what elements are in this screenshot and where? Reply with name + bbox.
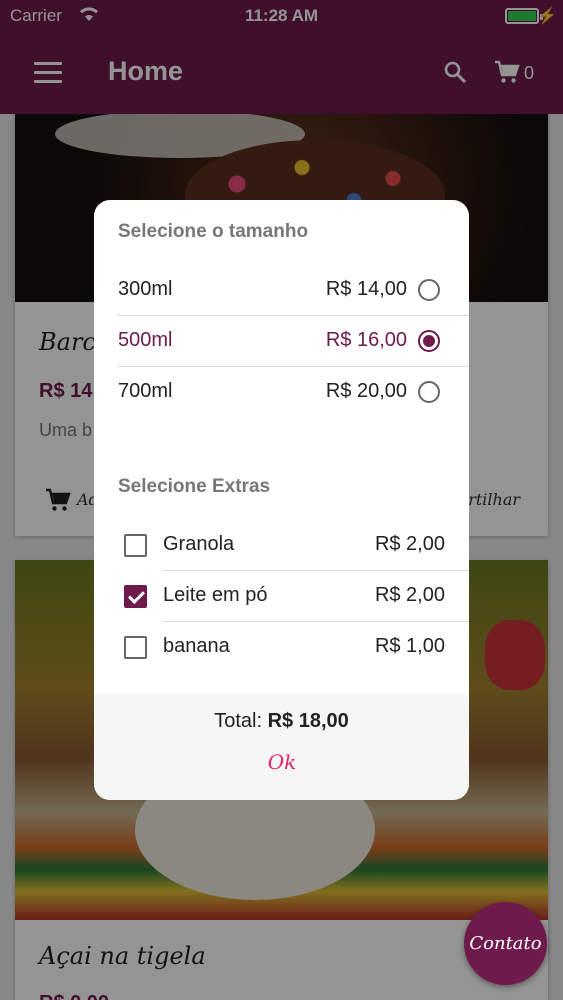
checkbox-checked[interactable] <box>124 585 147 608</box>
size-option-300ml[interactable]: 300ml R$ 14,00 <box>94 265 469 315</box>
size-option-500ml[interactable]: 500ml R$ 16,00 <box>94 316 469 366</box>
size-name: 300ml <box>118 278 173 300</box>
extra-price: R$ 2,00 <box>374 584 445 606</box>
contact-button[interactable]: Contato <box>464 902 547 985</box>
radio-button[interactable] <box>418 279 440 301</box>
ok-button[interactable]: Ok <box>254 750 310 774</box>
total-line: Total: R$ 18,00 <box>94 710 469 733</box>
extra-option-banana[interactable]: banana R$ 1,00 <box>94 622 469 672</box>
dialog-footer: Total: R$ 18,00 Ok <box>94 694 469 800</box>
total-value: R$ 18,00 <box>267 710 349 732</box>
size-section-title: Selecione o tamanho <box>118 221 309 242</box>
extra-price: R$ 2,00 <box>374 533 445 555</box>
extras-section-title: Selecione Extras <box>118 476 271 497</box>
extra-name: Granola <box>163 533 235 555</box>
extra-name: Leite em pó <box>163 584 268 606</box>
size-name: 700ml <box>118 380 173 402</box>
size-name: 500ml <box>118 329 173 351</box>
checkbox[interactable] <box>124 636 147 659</box>
size-option-700ml[interactable]: 700ml R$ 20,00 <box>94 367 469 417</box>
size-price: R$ 20,00 <box>325 380 407 402</box>
extra-option-granola[interactable]: Granola R$ 2,00 <box>94 520 469 570</box>
size-price: R$ 16,00 <box>325 329 407 351</box>
options-dialog: Selecione o tamanho 300ml R$ 14,00 500ml… <box>94 200 469 800</box>
checkbox[interactable] <box>124 534 147 557</box>
extra-price: R$ 1,00 <box>374 635 445 657</box>
extra-option-leite-em-po[interactable]: Leite em pó R$ 2,00 <box>94 571 469 621</box>
size-price: R$ 14,00 <box>325 278 407 300</box>
radio-button[interactable] <box>418 381 440 403</box>
extra-name: banana <box>163 635 230 657</box>
radio-button-selected[interactable] <box>418 330 440 352</box>
total-label: Total: <box>214 710 263 732</box>
